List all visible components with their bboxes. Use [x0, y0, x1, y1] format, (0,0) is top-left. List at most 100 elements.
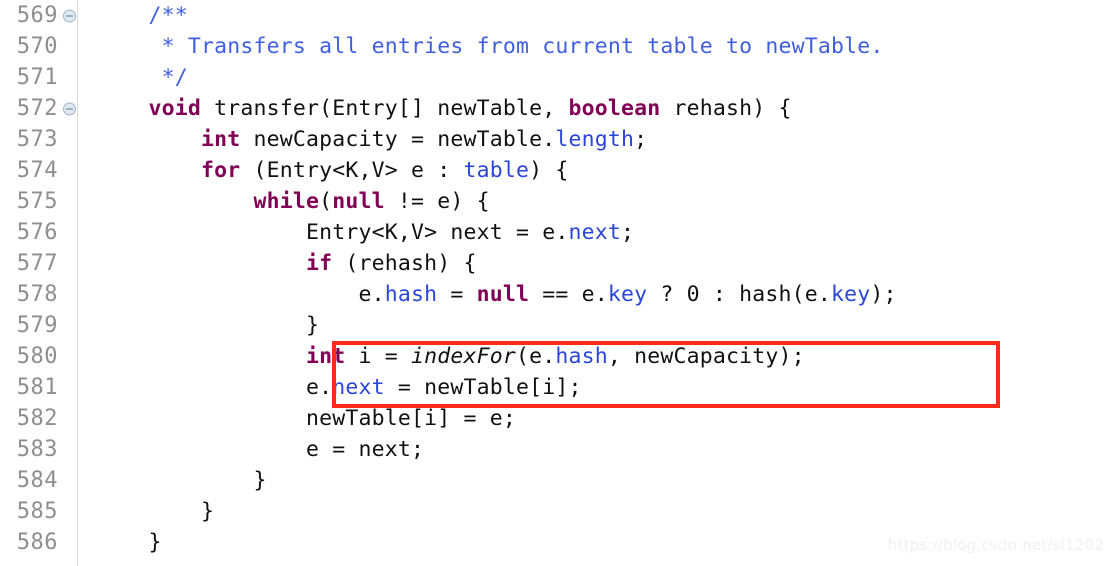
code-token-plain: e = next;: [96, 437, 425, 462]
code-line[interactable]: }: [78, 496, 1114, 527]
watermark-text: https://blog.csdn.net/sl1202: [887, 536, 1104, 554]
code-line[interactable]: while(null != e) {: [78, 186, 1114, 217]
code-token-field: key: [830, 282, 871, 307]
gutter-row[interactable]: 575: [0, 186, 77, 217]
gutter-row[interactable]: 580: [0, 341, 77, 372]
code-token-field: next: [568, 220, 621, 245]
code-token-plain: e.: [96, 375, 333, 400]
code-line[interactable]: if (rehash) {: [78, 248, 1114, 279]
code-line[interactable]: for (Entry<K,V> e : table) {: [78, 155, 1114, 186]
code-line[interactable]: * Transfers all entries from current tab…: [78, 31, 1114, 62]
line-number: 569: [16, 3, 58, 28]
code-token-kw: while: [253, 189, 320, 214]
line-number: 575: [16, 189, 58, 214]
code-line[interactable]: int i = indexFor(e.hash, newCapacity);: [78, 341, 1114, 372]
fold-collapse-icon[interactable]: [63, 9, 76, 22]
line-number: 582: [16, 406, 58, 431]
code-token-kw: void: [148, 96, 201, 121]
code-token-plain: != e) {: [384, 189, 490, 214]
code-line[interactable]: }: [78, 310, 1114, 341]
code-token-field: table: [463, 158, 530, 183]
gutter-row[interactable]: 569: [0, 0, 77, 31]
gutter-row[interactable]: 585: [0, 496, 77, 527]
code-content-area[interactable]: /** * Transfers all entries from current…: [78, 0, 1114, 566]
code-token-plain: newCapacity = newTable.: [240, 127, 556, 152]
code-token-plain: }: [96, 468, 267, 493]
gutter-row[interactable]: 576: [0, 217, 77, 248]
line-number: 578: [16, 282, 58, 307]
gutter-row[interactable]: 582: [0, 403, 77, 434]
code-editor: 569 570 571 572 573 574 575 576 577 578 579 580 581 5…: [0, 0, 1114, 566]
fold-collapse-icon[interactable]: [63, 102, 76, 115]
code-token-plain: transfer(Entry[] newTable,: [201, 96, 569, 121]
line-number: 572: [16, 96, 58, 121]
line-number: 574: [16, 158, 58, 183]
line-number: 571: [16, 65, 58, 90]
gutter-row[interactable]: 579: [0, 310, 77, 341]
line-number: 573: [16, 127, 58, 152]
code-token-plain: newTable[i] = e;: [96, 406, 516, 431]
code-token-kw: if: [306, 251, 333, 276]
code-token-plain: ) {: [529, 158, 569, 183]
gutter-row[interactable]: 572: [0, 93, 77, 124]
code-line[interactable]: int newCapacity = newTable.length;: [78, 124, 1114, 155]
code-token-plain: , newCapacity);: [607, 344, 805, 369]
gutter-row[interactable]: 571: [0, 62, 77, 93]
code-token-kw: int: [306, 344, 346, 369]
code-line[interactable]: }: [78, 465, 1114, 496]
code-token-plain: = newTable[i];: [384, 375, 582, 400]
code-token-kw: null: [332, 189, 385, 214]
code-token-field: key: [607, 282, 648, 307]
line-number: 581: [16, 375, 58, 400]
code-token-plain: == e.: [529, 282, 608, 307]
code-token-plain: ;: [620, 220, 635, 245]
code-token-kw: for: [201, 158, 241, 183]
code-token-plain: ? 0 : hash(e.: [647, 282, 831, 307]
code-token-plain: }: [96, 499, 215, 524]
code-token-plain: (rehash) {: [332, 251, 477, 276]
line-number: 586: [16, 530, 58, 555]
gutter-row[interactable]: 570: [0, 31, 77, 62]
code-token-field: length: [555, 127, 635, 152]
code-line[interactable]: /**: [78, 0, 1114, 31]
code-line[interactable]: void transfer(Entry[] newTable, boolean …: [78, 93, 1114, 124]
code-token-plain: );: [870, 282, 897, 307]
code-line[interactable]: e.hash = null == e.key ? 0 : hash(e.key)…: [78, 279, 1114, 310]
line-number: 579: [16, 313, 58, 338]
gutter-row[interactable]: 577: [0, 248, 77, 279]
code-token-kw: boolean: [568, 96, 661, 121]
line-number: 576: [16, 220, 58, 245]
line-number: 584: [16, 468, 58, 493]
code-token-plain: rehash) {: [660, 96, 792, 121]
code-line[interactable]: e = next;: [78, 434, 1114, 465]
code-line[interactable]: e.next = newTable[i];: [78, 372, 1114, 403]
gutter-row[interactable]: 586: [0, 527, 77, 558]
gutter-row[interactable]: 574: [0, 155, 77, 186]
line-number: 570: [16, 34, 58, 59]
gutter-row[interactable]: 584: [0, 465, 77, 496]
line-number: 580: [16, 344, 58, 369]
code-token-kw: null: [476, 282, 530, 307]
code-token-plain: ;: [634, 127, 648, 152]
gutter-row[interactable]: 581: [0, 372, 77, 403]
gutter-row[interactable]: 573: [0, 124, 77, 155]
code-token-static: indexFor: [411, 344, 516, 369]
code-line[interactable]: Entry<K,V> next = e.next;: [78, 217, 1114, 248]
code-line[interactable]: newTable[i] = e;: [78, 403, 1114, 434]
code-token-plain: (: [319, 189, 333, 214]
gutter-row[interactable]: 578: [0, 279, 77, 310]
code-token-plain: =: [437, 282, 477, 307]
code-line[interactable]: */: [78, 62, 1114, 93]
gutter-row[interactable]: 583: [0, 434, 77, 465]
line-number-gutter: 569 570 571 572 573 574 575 576 577 578 579 580 581 5…: [0, 0, 78, 566]
code-token-plain: }: [96, 530, 162, 555]
code-token-field: hash: [384, 282, 438, 307]
